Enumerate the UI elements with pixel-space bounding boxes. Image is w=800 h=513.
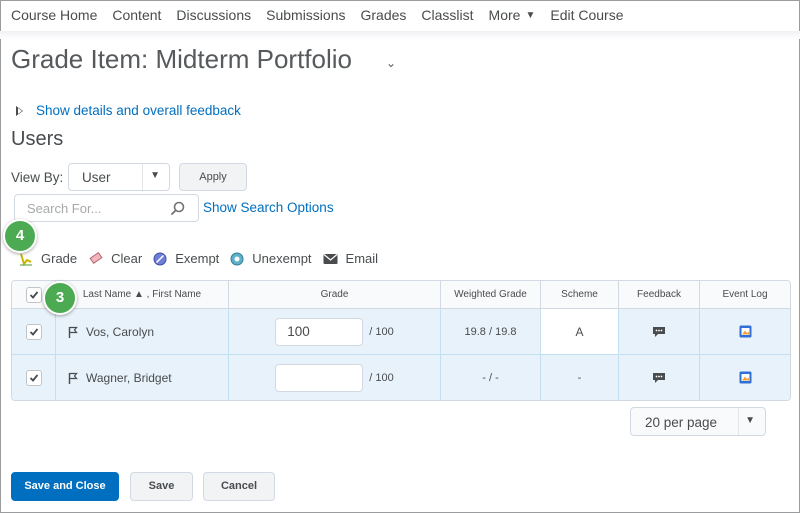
checkmark-icon <box>29 327 38 336</box>
callout-badge-3: 3 <box>43 281 77 315</box>
users-heading: Users <box>11 128 64 150</box>
grade-column-header: Grade <box>229 281 441 308</box>
weighted-grade-column-header: Weighted Grade <box>441 281 541 308</box>
checkmark-icon <box>29 290 38 299</box>
grade-input[interactable] <box>275 363 364 392</box>
event-log-icon[interactable] <box>739 325 752 338</box>
chevron-down-icon: ▼ <box>745 415 755 426</box>
email-action[interactable]: Email <box>323 251 379 266</box>
cancel-button[interactable]: Cancel <box>203 472 275 501</box>
student-name[interactable]: Wagner, Bridget <box>86 371 172 385</box>
clear-action[interactable]: Clear <box>88 251 142 266</box>
search-icon[interactable] <box>171 201 185 215</box>
save-and-close-button[interactable]: Save and Close <box>11 472 119 501</box>
chevron-down-icon: ▼ <box>150 170 160 181</box>
nav-grades[interactable]: Grades <box>361 7 407 23</box>
navbar-shadow <box>0 31 800 39</box>
clear-action-label: Clear <box>111 251 143 266</box>
grade-cell: / 100 <box>229 355 441 400</box>
event-log-column-header: Event Log <box>722 289 768 300</box>
nav-more-label: More <box>488 7 521 23</box>
show-search-options-link[interactable]: Show Search Options <box>203 200 334 215</box>
exempt-action-label: Exempt <box>175 251 220 266</box>
grade-action-label: Grade <box>41 251 78 266</box>
expand-triangle-icon <box>16 105 23 116</box>
scheme-cell: - <box>541 355 619 400</box>
feedback-column-header: Feedback <box>619 281 700 308</box>
row-checkbox[interactable] <box>25 369 42 386</box>
save-button[interactable]: Save <box>130 472 193 501</box>
title-chevron-down-icon[interactable]: ⌄ <box>386 56 396 70</box>
course-navbar: Course Home Content Discussions Submissi… <box>0 0 800 30</box>
table-row: Vos, Carolyn 100 / 100 19.8 / 19.8 A <box>12 309 790 355</box>
grade-icon <box>20 253 32 266</box>
select-divider <box>738 408 739 435</box>
exempt-action[interactable]: Exempt <box>153 251 219 266</box>
nav-course-home[interactable]: Course Home <box>11 7 97 23</box>
nav-content[interactable]: Content <box>112 7 161 23</box>
flag-icon[interactable] <box>68 372 78 384</box>
users-grade-table: Last Name ▲ , First Name Grade Weighted … <box>11 280 791 401</box>
grade-out-of: / 100 <box>369 371 394 384</box>
select-all-checkbox[interactable] <box>25 286 42 303</box>
row-select-cell <box>12 309 56 354</box>
eraser-icon <box>89 251 103 264</box>
student-name[interactable]: Vos, Carolyn <box>86 325 154 339</box>
table-header-row: Last Name ▲ , First Name Grade Weighted … <box>12 281 790 309</box>
grade-cell: 100 / 100 <box>229 309 441 354</box>
weighted-grade-cell: 19.8 / 19.8 <box>441 309 541 354</box>
search-input[interactable] <box>15 195 165 221</box>
scheme-column-header: Scheme <box>541 281 619 308</box>
row-select-cell <box>12 355 56 400</box>
student-name-cell: Wagner, Bridget <box>56 355 229 400</box>
details-toggle[interactable]: Show details and overall feedback <box>16 103 241 118</box>
nav-submissions[interactable]: Submissions <box>266 7 345 23</box>
scheme-cell: A <box>541 309 619 354</box>
table-row: Wagner, Bridget / 100 - / - - <box>12 355 790 400</box>
search-box <box>14 194 199 222</box>
unexempt-icon <box>230 252 244 265</box>
event-log-cell <box>700 309 790 354</box>
nav-classlist[interactable]: Classlist <box>421 7 473 23</box>
feedback-comment-icon[interactable] <box>652 326 666 338</box>
email-action-label: Email <box>345 251 379 266</box>
feedback-cell <box>619 309 700 354</box>
per-page-value: 20 per page <box>645 415 718 430</box>
grade-actions-bar: Grade Clear Exempt Unexempt Email <box>19 251 389 266</box>
checkmark-icon <box>29 373 38 382</box>
exempt-icon <box>153 252 167 265</box>
event-log-icon[interactable] <box>739 371 752 384</box>
feedback-cell <box>619 355 700 400</box>
feedback-comment-icon[interactable] <box>652 372 666 384</box>
row-checkbox[interactable] <box>25 323 42 340</box>
weighted-grade-cell: - / - <box>441 355 541 400</box>
email-icon <box>323 253 338 264</box>
show-details-link[interactable]: Show details and overall feedback <box>36 103 241 118</box>
nav-discussions[interactable]: Discussions <box>176 7 251 23</box>
chevron-down-icon: ▼ <box>525 9 536 21</box>
view-by-value: User <box>82 170 111 185</box>
unexempt-action-label: Unexempt <box>252 251 312 266</box>
page-title: Grade Item: Midterm Portfolio <box>11 44 352 74</box>
unexempt-action[interactable]: Unexempt <box>230 251 312 266</box>
apply-button[interactable]: Apply <box>179 163 247 191</box>
grade-action[interactable]: Grade <box>19 251 77 266</box>
flag-icon[interactable] <box>68 326 78 338</box>
nav-edit-course[interactable]: Edit Course <box>550 7 623 23</box>
event-log-cell <box>700 355 790 400</box>
student-name-cell: Vos, Carolyn <box>56 309 229 354</box>
name-column-header[interactable]: Last Name ▲ , First Name <box>56 281 229 308</box>
grade-out-of: / 100 <box>369 325 394 338</box>
per-page-select[interactable]: 20 per page ▼ <box>630 407 766 436</box>
select-divider <box>142 164 143 190</box>
view-by-label: View By: <box>11 170 64 185</box>
grade-input[interactable]: 100 <box>275 317 364 346</box>
nav-more[interactable]: More ▼ <box>489 7 536 23</box>
callout-badge-4: 4 <box>3 219 37 253</box>
view-by-select[interactable]: User ▼ <box>68 163 170 191</box>
